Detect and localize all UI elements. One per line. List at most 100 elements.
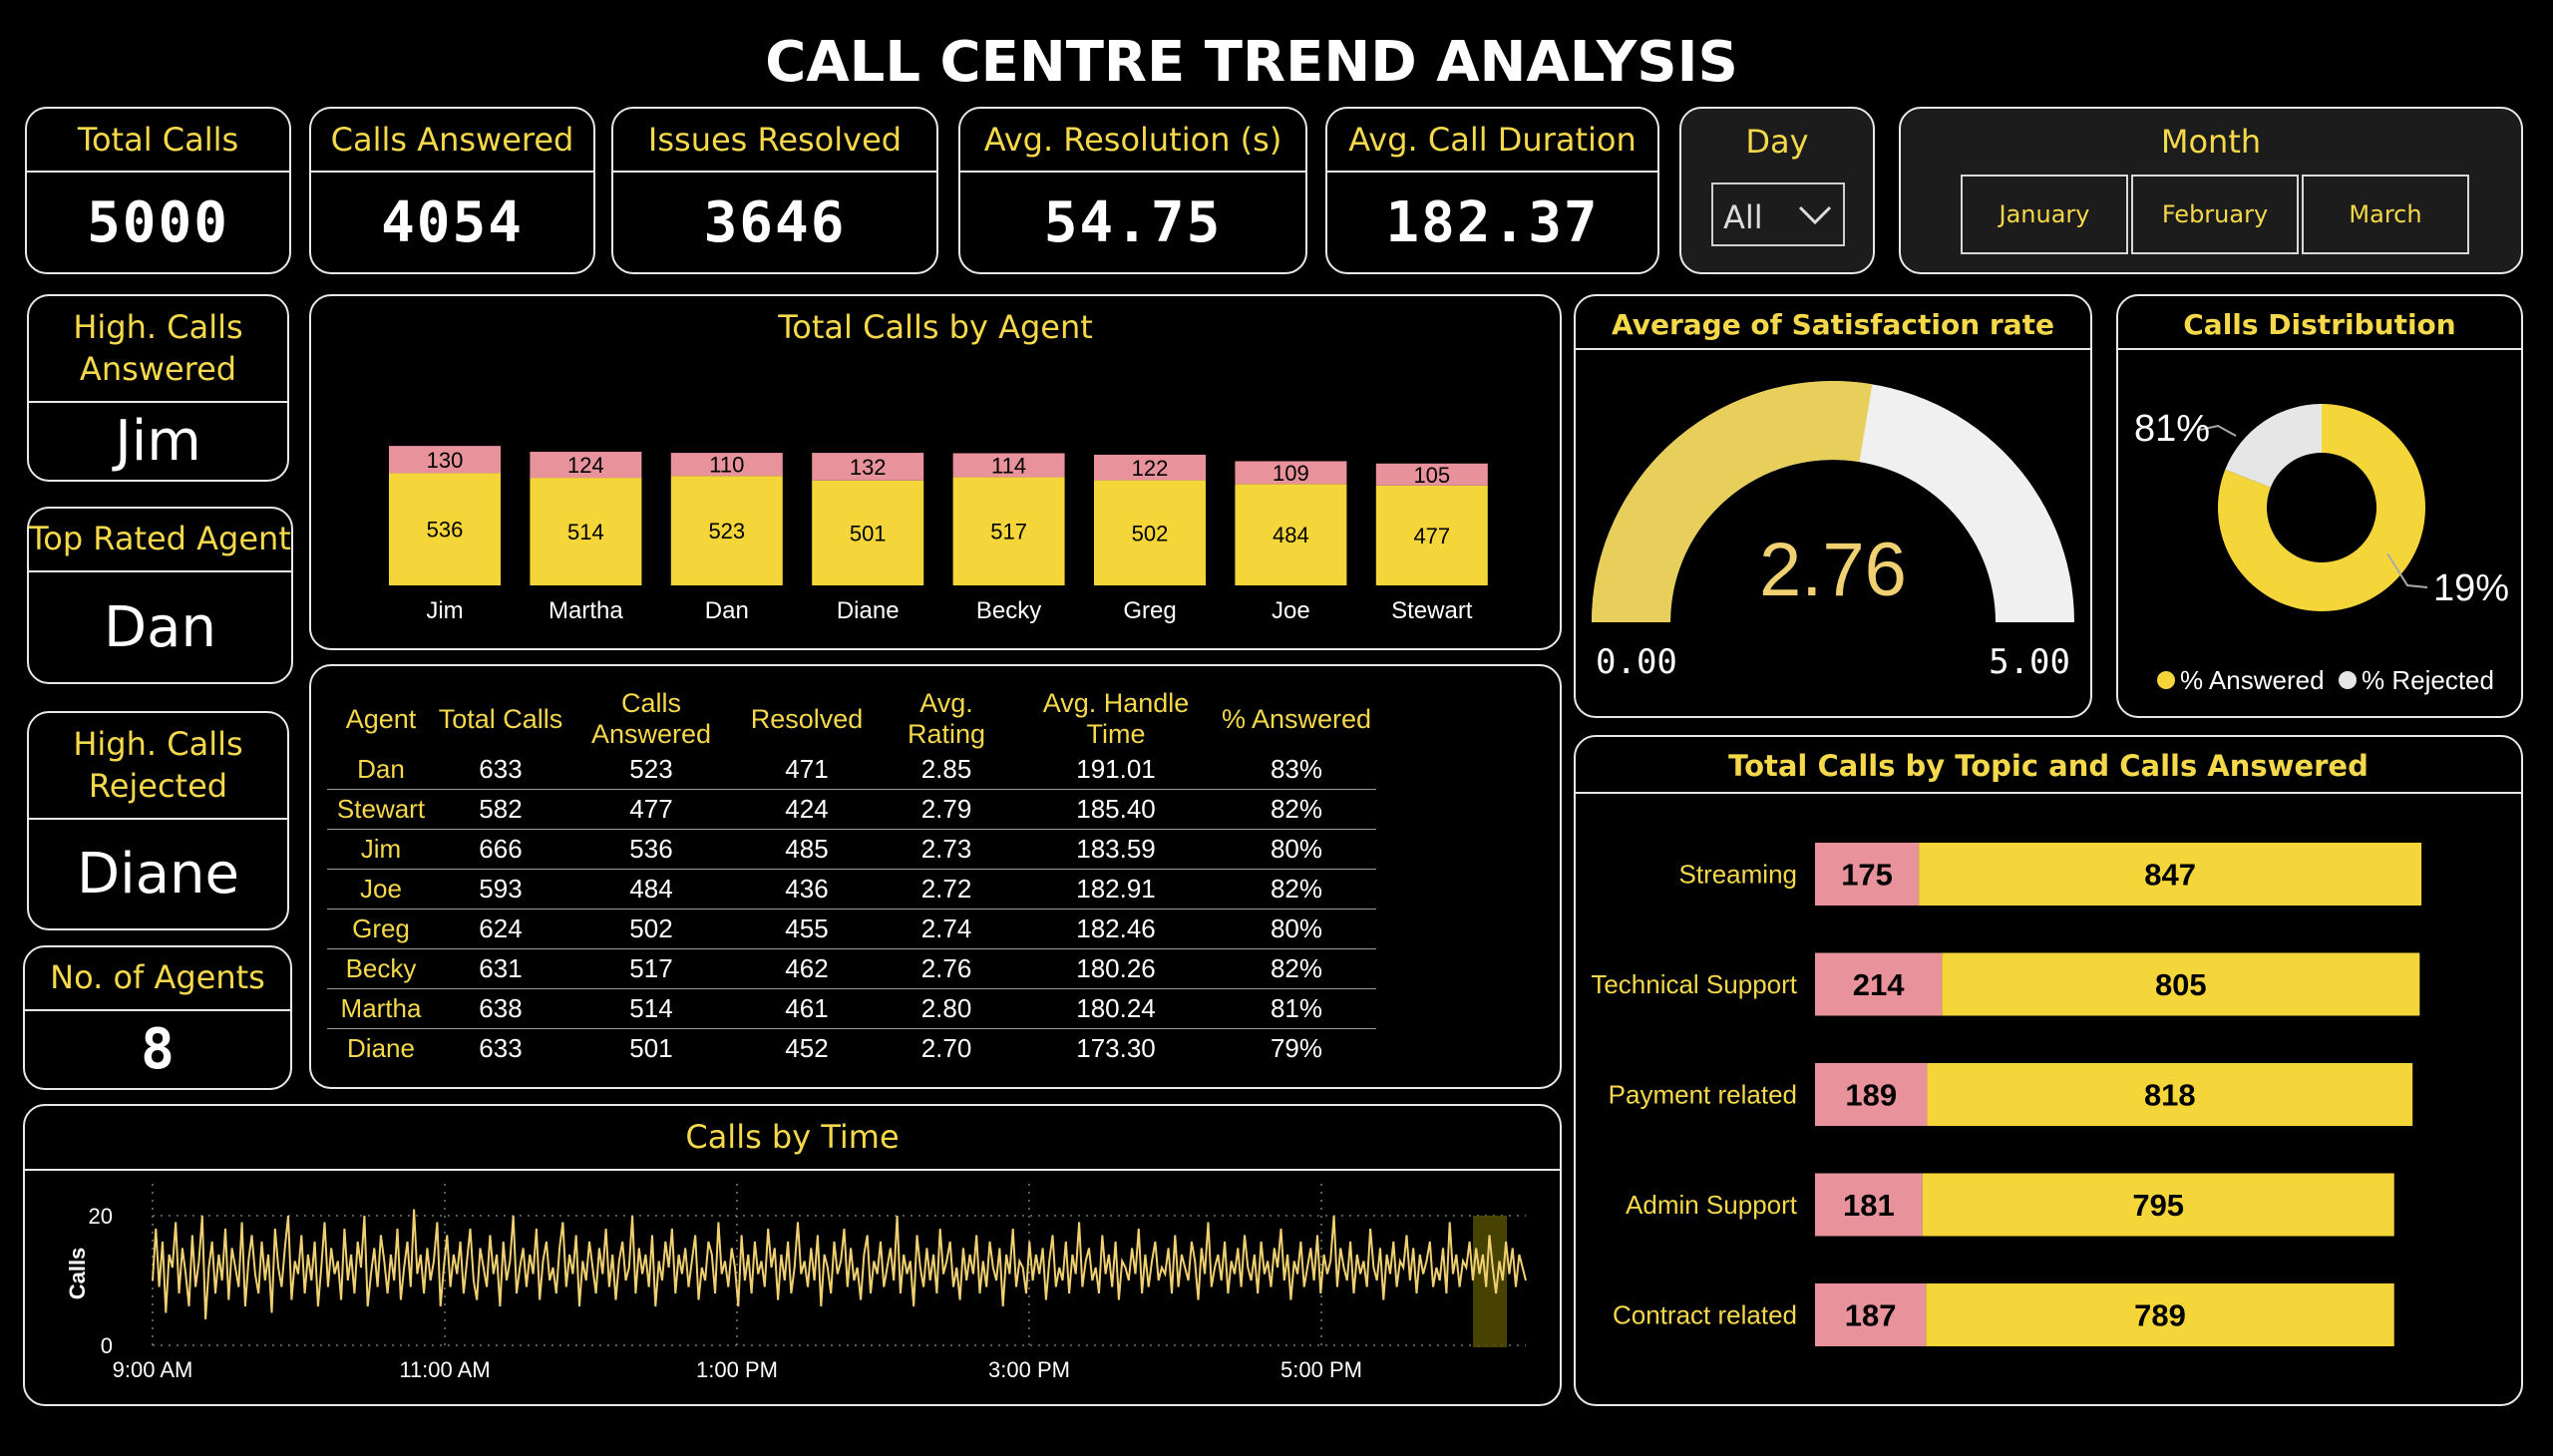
cell: 183.59	[1015, 829, 1217, 870]
x-tick-label: 5:00 PM	[1280, 1357, 1362, 1382]
cell: 536	[566, 829, 736, 870]
data-label: 109	[1273, 461, 1309, 486]
calls-by-time-card: Calls by Time 9:00 AM 11:00 AM 1:00 PM 3:00…	[23, 1104, 1562, 1406]
x-tick-label: Greg	[1123, 597, 1176, 624]
data-label: 847	[2144, 858, 2196, 893]
agent-bar-chart: 536 130 Jim 514 124 Martha 523 110 Dan 501 132 Dian…	[389, 446, 1488, 624]
data-label: 122	[1132, 456, 1169, 481]
y-tick-label: Contract related	[1613, 1300, 1797, 1330]
cell: 523	[566, 750, 736, 790]
col-avg-rating: Avg. Rating	[907, 688, 986, 749]
kpi-label: Avg. Resolution (s)	[960, 109, 1305, 173]
table-row: Stewart 582 477 424 2.79 185.40 82%	[327, 789, 1376, 830]
cell: 185.40	[1015, 789, 1217, 830]
cell: 455	[736, 909, 878, 949]
cell: 80%	[1217, 909, 1376, 949]
cell: 471	[736, 750, 878, 790]
kpi-value: 54.75	[1043, 189, 1223, 255]
calls-line	[152, 1209, 1527, 1320]
table-row: Joe 593 484 436 2.72 182.91 82%	[327, 869, 1376, 910]
data-label: 536	[427, 518, 464, 543]
x-tick-label: Jim	[426, 597, 463, 624]
cell: 452	[785, 1033, 829, 1063]
cell: 593	[435, 869, 566, 910]
cell: 477	[566, 789, 736, 830]
card-value: Diane	[77, 842, 239, 907]
gauge-max-label: 5.00	[1989, 642, 2070, 682]
cell: Stewart	[327, 789, 435, 830]
cell: 173.30	[1076, 1033, 1156, 1063]
cell: 484	[566, 869, 736, 910]
cell: 485	[736, 829, 878, 870]
data-label: 130	[427, 448, 464, 473]
calls-distribution-donut: 81% 19% % Answered % Rejected	[2134, 404, 2509, 695]
legend-label: % Answered	[2180, 665, 2325, 695]
month-filter: Month January February March	[1899, 107, 2523, 274]
cell: 80%	[1217, 829, 1376, 870]
high-calls-rejected-card: High. Calls Rejected Diane	[27, 711, 289, 930]
col-resolved: Resolved	[750, 703, 864, 734]
kpi-label: Issues Resolved	[613, 109, 936, 173]
cell: 633	[479, 1033, 523, 1063]
cell: 2.80	[878, 988, 1015, 1029]
slice-label: 81%	[2134, 408, 2210, 450]
y-tick-label: Admin Support	[1626, 1190, 1798, 1220]
chevron-down-icon	[1798, 205, 1832, 225]
data-label: 187	[1845, 1298, 1897, 1333]
card-label: Top Rated Agent	[29, 509, 291, 572]
y-tick-label: 0	[101, 1333, 113, 1358]
data-label: 105	[1413, 463, 1450, 488]
page-title: CALL CENTRE TREND ANALYSIS	[765, 30, 1738, 95]
data-label: 789	[2134, 1298, 2186, 1333]
x-tick-label: Becky	[976, 597, 1041, 624]
table-row: Dan 633 523 471 2.85 191.01 83%	[327, 750, 1376, 790]
data-label: 114	[991, 453, 1026, 478]
x-tick-label: Martha	[548, 597, 623, 624]
gauge-min-label: 0.00	[1596, 642, 1677, 682]
cell: 81%	[1217, 988, 1376, 1029]
cell: 2.76	[878, 948, 1015, 989]
cell: Diane	[347, 1033, 415, 1063]
cell: 82%	[1217, 948, 1376, 989]
month-january-button[interactable]: January	[1961, 175, 2128, 254]
day-dropdown[interactable]: All	[1711, 182, 1845, 246]
x-tick-label: Joe	[1272, 597, 1310, 624]
cell: 83%	[1217, 750, 1376, 790]
card-label: High. Calls Answered	[29, 296, 287, 403]
cell: 631	[435, 948, 566, 989]
cell: 82%	[1217, 869, 1376, 910]
col-calls-answered: Calls Answered	[590, 688, 712, 749]
data-label: 484	[1273, 523, 1309, 547]
month-march-button[interactable]: March	[2302, 175, 2469, 254]
x-tick-label: 9:00 AM	[113, 1357, 193, 1382]
cell: 638	[435, 988, 566, 1029]
donut-slice	[2225, 404, 2322, 488]
cell: Martha	[327, 988, 435, 1029]
calls-distribution-card: Calls Distribution 81% 19%% Answered% Rej…	[2116, 294, 2523, 718]
data-label: 175	[1841, 858, 1893, 893]
month-february-button[interactable]: February	[2131, 175, 2299, 254]
data-label: 477	[1413, 524, 1450, 548]
x-tick-label: 11:00 AM	[399, 1357, 490, 1382]
cell: 517	[566, 948, 736, 989]
data-label: 124	[567, 453, 604, 478]
cell: 501	[629, 1033, 673, 1063]
table-row: Becky 631 517 462 2.76 180.26 82%	[327, 948, 1376, 989]
legend-marker	[2157, 671, 2175, 689]
cell: 2.73	[878, 829, 1015, 870]
cell: 462	[736, 948, 878, 989]
cell: Greg	[327, 909, 435, 949]
cell: Joe	[327, 869, 435, 910]
agent-table: Agent Total Calls Calls Answered Resolve…	[327, 688, 1376, 1068]
data-label: 502	[1132, 521, 1169, 546]
cell: 502	[566, 909, 736, 949]
agent-table-card: Agent Total Calls Calls Answered Resolve…	[309, 664, 1562, 1089]
data-label: 514	[567, 520, 604, 545]
x-tick-label: Diane	[837, 597, 900, 624]
table-row: Diane 633 501 452 2.70 173.30 79%	[327, 1029, 1376, 1069]
cell: 514	[566, 988, 736, 1029]
cell: 424	[736, 789, 878, 830]
slice-label: 19%	[2433, 567, 2509, 609]
data-label: 523	[708, 519, 745, 544]
cell: Dan	[327, 750, 435, 790]
